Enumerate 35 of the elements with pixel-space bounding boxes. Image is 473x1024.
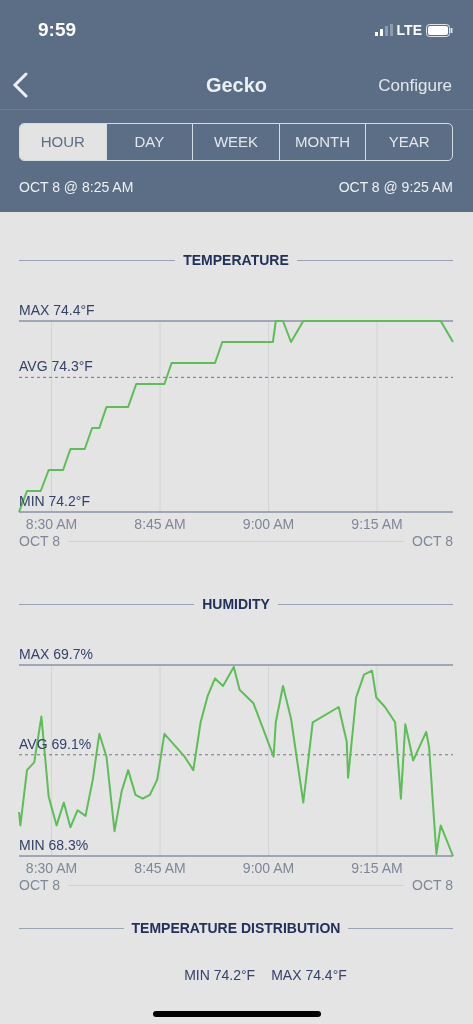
battery-icon	[426, 23, 453, 37]
time-label: 8:45 AM	[134, 516, 186, 532]
time-label: 8:30 AM	[25, 516, 78, 532]
section-title: TEMPERATURE	[183, 251, 289, 270]
network-label: LTE	[396, 20, 422, 40]
date-label: OCT 8	[412, 876, 453, 895]
signal-icon	[374, 24, 393, 36]
section-title: TEMPERATURE DISTRIBUTION	[131, 919, 341, 938]
date-label: OCT 8	[412, 532, 453, 551]
average-label: AVG 74.3°F	[19, 358, 93, 375]
page-title: Gecko	[205, 72, 268, 98]
status-time: 9:59	[38, 17, 77, 42]
range-tab[interactable]: DAY	[105, 124, 193, 160]
min-reading: MIN 74.2°F	[184, 966, 256, 985]
configure-link[interactable]: Configure	[378, 73, 452, 99]
min-label: MIN 68.3%	[19, 837, 89, 853]
date-label: OCT 8	[19, 876, 60, 895]
time-label: 9:15 AM	[351, 860, 403, 876]
section-title: HUMIDITY	[202, 595, 270, 614]
back-icon[interactable]	[12, 72, 28, 98]
range-end: OCT 8 @ 9:25 AM	[338, 178, 453, 197]
range-tab[interactable]: WEEK	[192, 124, 279, 160]
range-tab[interactable]: HOUR	[20, 124, 106, 160]
range-start: OCT 8 @ 8:25 AM	[19, 178, 134, 197]
range-tab[interactable]: YEAR	[365, 124, 452, 160]
time-label: 8:30 AM	[25, 860, 78, 876]
time-label: 8:45 AM	[134, 860, 186, 876]
max-label: MAX 74.4°F	[19, 302, 95, 318]
time-label: 9:00 AM	[242, 516, 295, 532]
range-tab[interactable]: MONTH	[278, 124, 366, 160]
max-label: MAX 69.7%	[19, 646, 93, 662]
max-reading: MAX 74.4°F	[271, 966, 347, 985]
date-label: OCT 8	[19, 532, 60, 551]
time-label: 9:00 AM	[242, 860, 295, 876]
time-label: 9:15 AM	[351, 516, 403, 532]
